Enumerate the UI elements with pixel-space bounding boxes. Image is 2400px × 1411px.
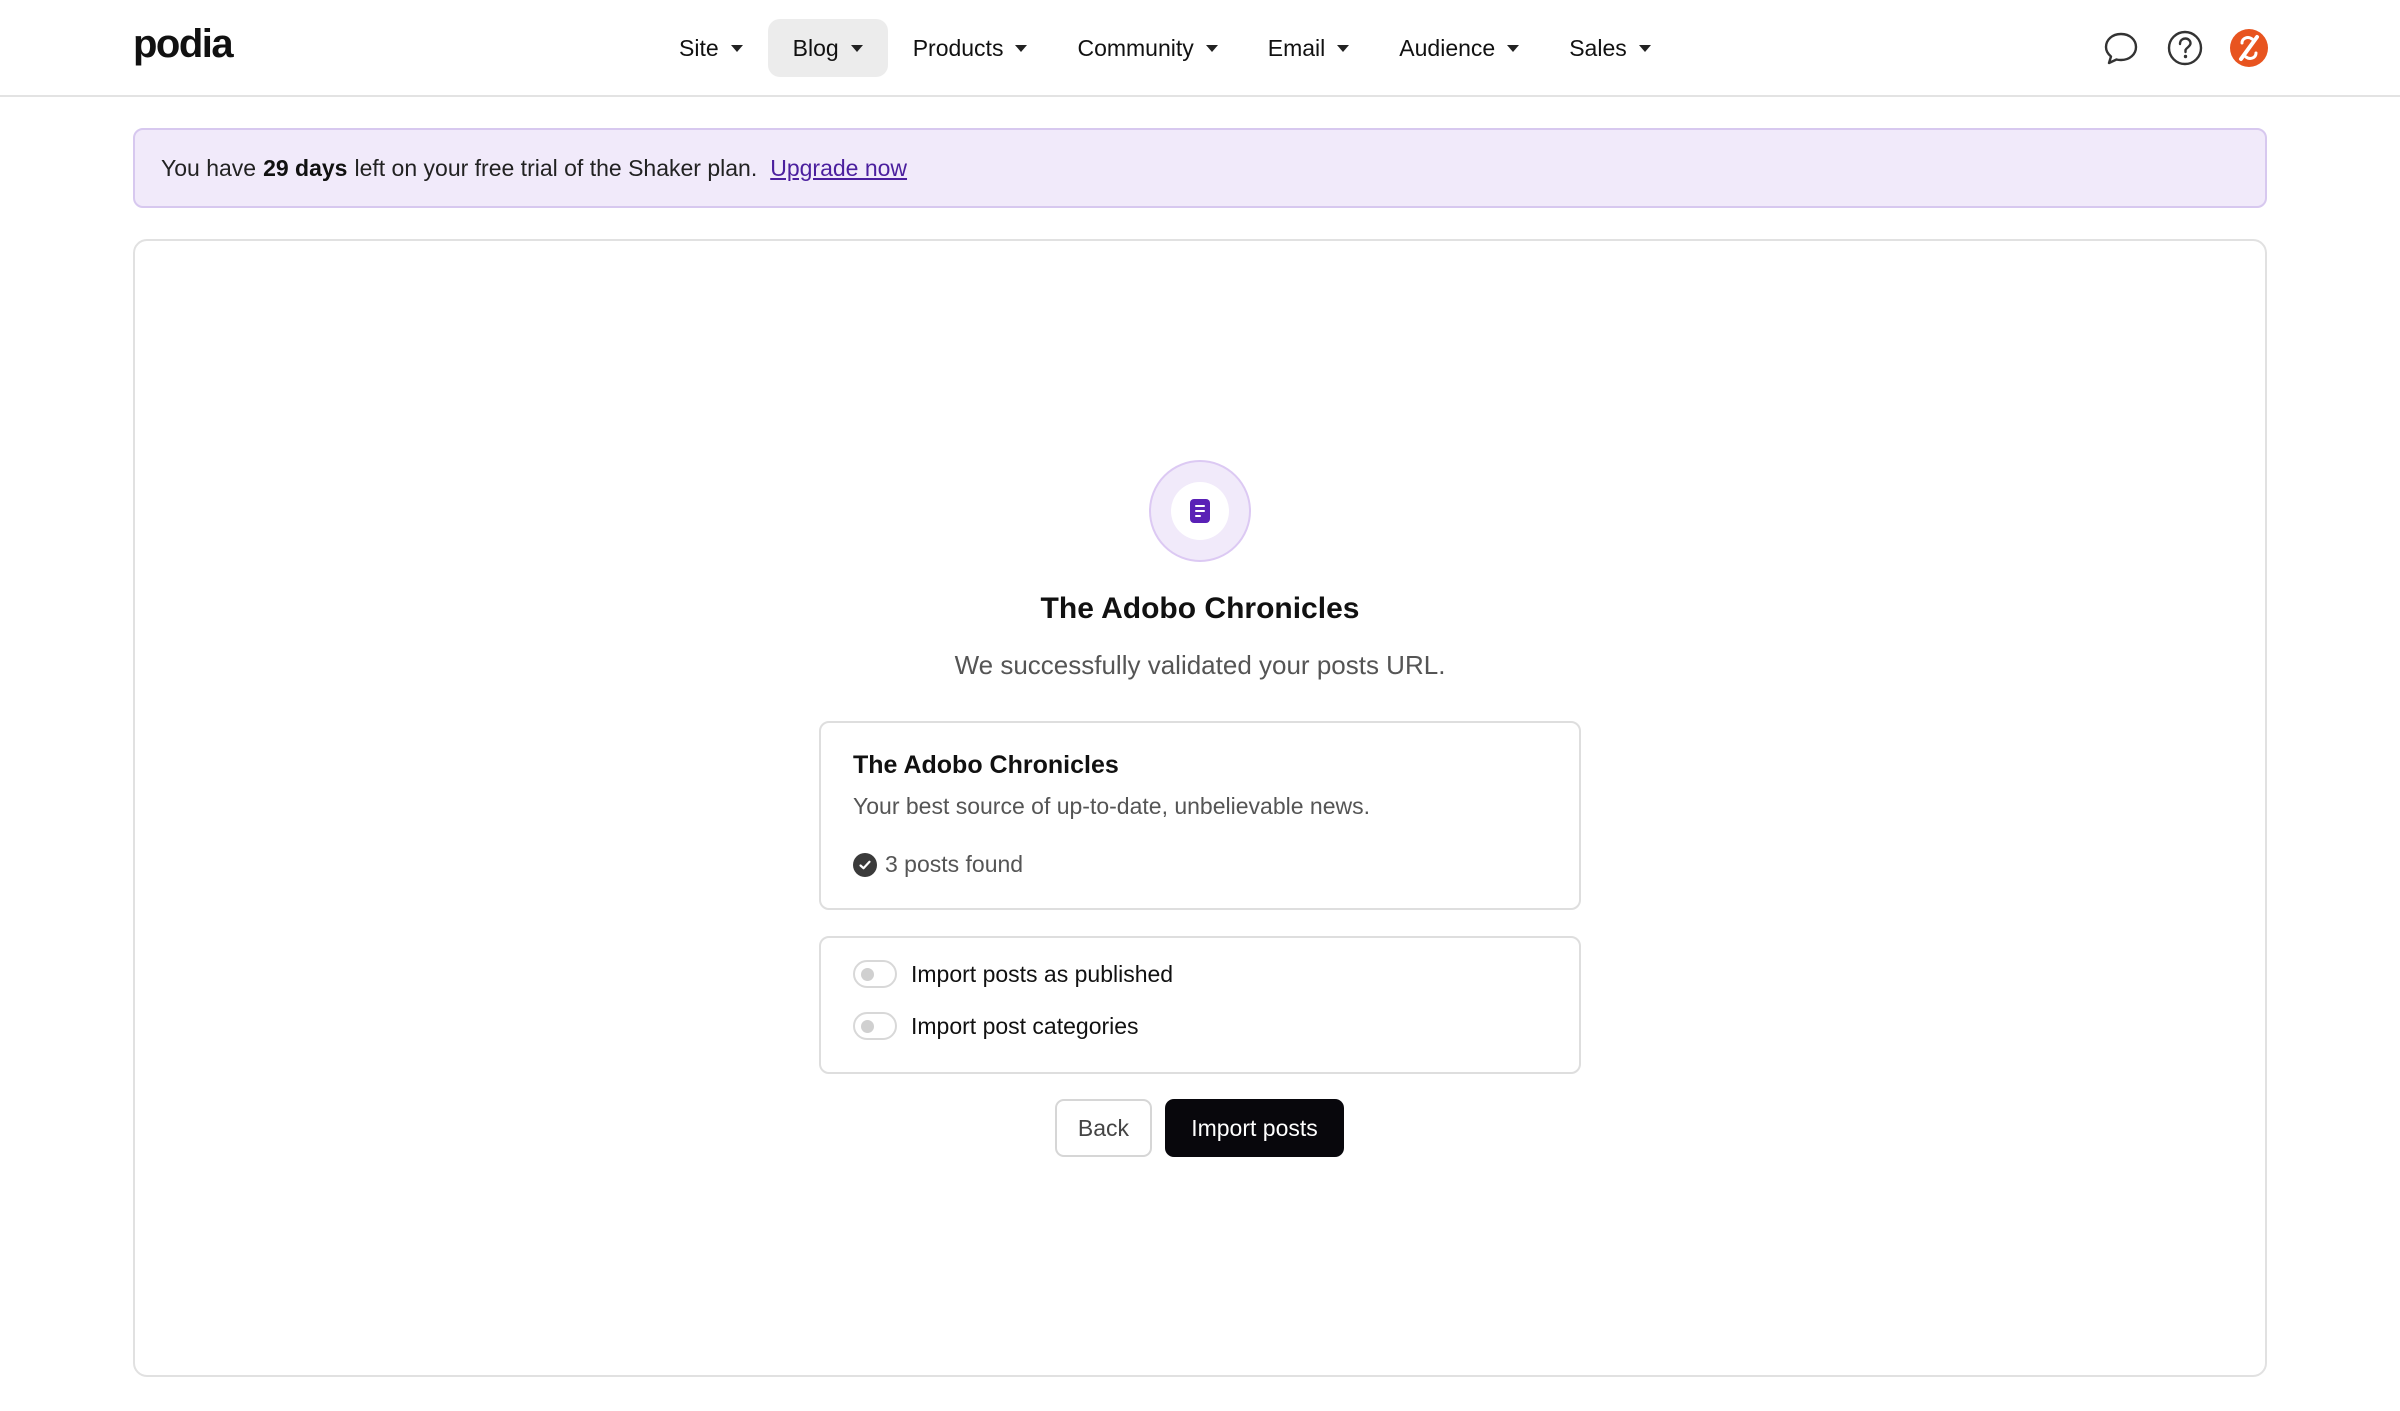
banner-suffix: left on your free trial of the Shaker pl… [354, 154, 758, 181]
caret-down-icon [850, 44, 863, 52]
header-icons [2099, 26, 2270, 69]
nav-sales-label: Sales [1569, 34, 1627, 61]
nav-audience-label: Audience [1399, 34, 1496, 61]
blog-card-description: Your best source of up-to-date, unbeliev… [853, 793, 1370, 819]
blog-info-card: The Adobo Chronicles Your best source of… [819, 721, 1581, 910]
posts-found-label: 3 posts found [885, 851, 1024, 877]
nav-email-label: Email [1267, 34, 1326, 61]
import-published-label: Import posts as published [911, 960, 1174, 987]
nav-sales[interactable]: Sales [1544, 19, 1676, 77]
avatar[interactable] [2227, 26, 2270, 69]
upgrade-now-link[interactable]: Upgrade now [770, 155, 907, 182]
caret-down-icon [730, 44, 743, 52]
nav-blog-label: Blog [792, 34, 839, 61]
top-navigation-bar: podia Site Blog Products Community Email… [0, 0, 2400, 97]
import-published-toggle[interactable] [853, 960, 897, 988]
caret-down-icon [1205, 44, 1218, 52]
blog-card-title: The Adobo Chronicles [853, 751, 1119, 779]
validation-message: We successfully validated your posts URL… [954, 650, 1446, 680]
option-import-as-published[interactable]: Import posts as published [853, 960, 1173, 988]
nav-products-label: Products [912, 34, 1004, 61]
blog-badge-inner [1171, 482, 1229, 540]
trial-banner: You have 29 days left on your free trial… [133, 128, 2267, 208]
nav-community-label: Community [1077, 34, 1194, 61]
caret-down-icon [1015, 44, 1028, 52]
import-categories-toggle[interactable] [853, 1012, 897, 1040]
nav-site-label: Site [679, 34, 719, 61]
main-nav: Site Blog Products Community Email Audie… [654, 19, 1676, 77]
nav-blog[interactable]: Blog [767, 19, 888, 77]
blog-badge [1149, 460, 1251, 562]
nav-audience[interactable]: Audience [1374, 19, 1544, 77]
caret-down-icon [1638, 44, 1651, 52]
nav-email[interactable]: Email [1243, 19, 1375, 77]
import-options-card: Import posts as published Import post ca… [819, 936, 1581, 1074]
banner-prefix: You have [161, 154, 257, 181]
podia-logo[interactable]: podia [133, 22, 234, 67]
back-button[interactable]: Back [1055, 1099, 1152, 1157]
import-categories-label: Import post categories [911, 1012, 1139, 1039]
page-title: The Adobo Chronicles [1040, 592, 1360, 625]
banner-days: 29 days [263, 154, 348, 181]
caret-down-icon [1337, 44, 1350, 52]
nav-products[interactable]: Products [888, 19, 1053, 77]
import-posts-button[interactable]: Import posts [1165, 1099, 1344, 1157]
chat-bubble-icon[interactable] [2099, 26, 2142, 69]
check-circle-icon [853, 852, 877, 877]
posts-found-status: 3 posts found [853, 851, 1023, 878]
help-circle-icon[interactable] [2163, 26, 2206, 69]
caret-down-icon [1507, 44, 1520, 52]
nav-community[interactable]: Community [1052, 19, 1242, 77]
nav-site[interactable]: Site [654, 19, 768, 77]
document-icon [1190, 499, 1210, 523]
option-import-categories[interactable]: Import post categories [853, 1012, 1139, 1040]
